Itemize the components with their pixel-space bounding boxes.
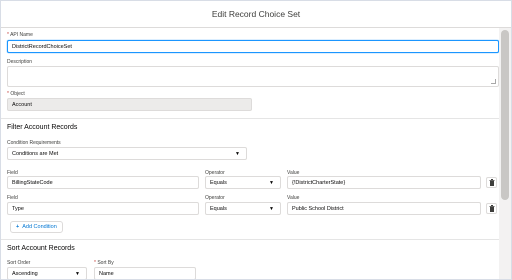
object-label: * Object bbox=[7, 91, 25, 97]
condition-requirements-label: Condition Requirements bbox=[7, 140, 61, 146]
delete-condition-button[interactable] bbox=[486, 177, 497, 188]
add-icon: + bbox=[16, 224, 20, 230]
chevron-down-icon: ▼ bbox=[75, 270, 80, 277]
condition-field-input[interactable]: BillingStateCode bbox=[7, 176, 199, 189]
chevron-down-icon: ▼ bbox=[235, 150, 240, 157]
modal-content: * API Name DistrictRecordChoiceSet Descr… bbox=[1, 28, 499, 279]
api-name-label: * API Name bbox=[7, 32, 33, 38]
condition-requirements-select[interactable]: Conditions are Met ▼ bbox=[7, 147, 247, 160]
api-name-input[interactable]: DistrictRecordChoiceSet bbox=[7, 40, 499, 53]
section-divider bbox=[1, 239, 499, 240]
condition-value-input[interactable]: {!DistrictCharterState} bbox=[287, 176, 481, 189]
field-label: Field bbox=[7, 195, 18, 201]
resize-handle-icon[interactable] bbox=[491, 79, 496, 84]
description-textarea[interactable] bbox=[7, 66, 499, 87]
operator-label: Operator bbox=[205, 195, 225, 201]
sort-by-label: * Sort By bbox=[94, 260, 114, 266]
sort-order-select[interactable]: Ascending ▼ bbox=[7, 267, 87, 279]
modal-header: Edit Record Choice Set bbox=[1, 1, 511, 28]
edit-record-choice-set-modal: Edit Record Choice Set * API Name Distri… bbox=[0, 0, 512, 280]
delete-condition-button[interactable] bbox=[486, 203, 497, 214]
section-divider bbox=[1, 118, 499, 119]
condition-operator-select[interactable]: Equals ▼ bbox=[205, 176, 281, 189]
trash-icon bbox=[489, 205, 494, 212]
modal-title: Edit Record Choice Set bbox=[211, 9, 301, 19]
vertical-scrollbar[interactable] bbox=[499, 28, 511, 279]
condition-operator-select[interactable]: Equals ▼ bbox=[205, 202, 281, 215]
chevron-down-icon: ▼ bbox=[269, 179, 274, 186]
trash-icon bbox=[489, 179, 494, 186]
condition-value-input[interactable]: Public School District bbox=[287, 202, 481, 215]
value-label: Value bbox=[287, 195, 300, 201]
condition-field-input[interactable]: Type bbox=[7, 202, 199, 215]
object-field: Account bbox=[7, 98, 252, 111]
filter-section-heading: Filter Account Records bbox=[7, 124, 78, 131]
sort-section-heading: Sort Account Records bbox=[7, 245, 75, 252]
add-condition-button[interactable]: + Add Condition bbox=[10, 221, 63, 233]
chevron-down-icon: ▼ bbox=[269, 205, 274, 212]
sort-by-input[interactable]: Name bbox=[94, 267, 196, 279]
description-label: Description bbox=[7, 59, 33, 65]
sort-order-label: Sort Order bbox=[7, 260, 31, 266]
scrollbar-thumb[interactable] bbox=[501, 30, 509, 200]
